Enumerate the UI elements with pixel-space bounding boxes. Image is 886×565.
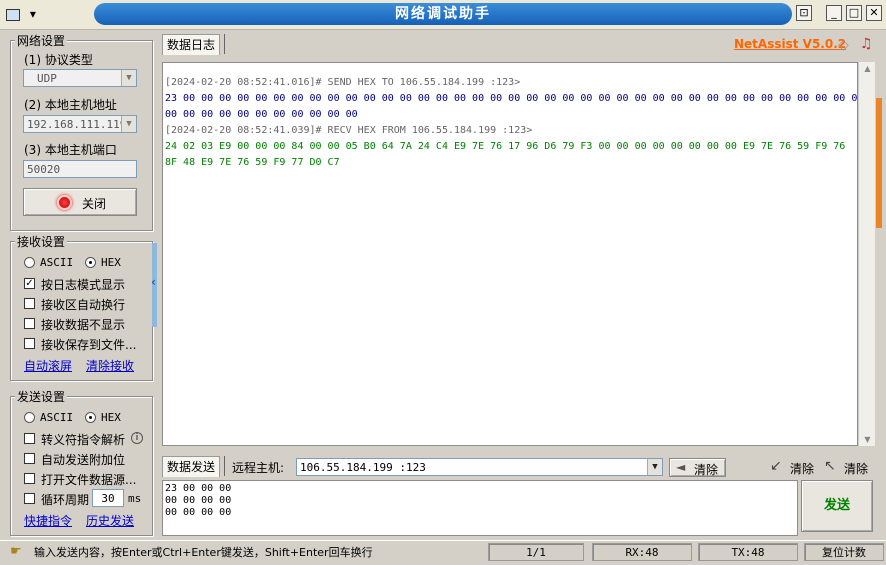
send-hex-radio[interactable] bbox=[85, 412, 96, 423]
send-hex-label: HEX bbox=[101, 411, 121, 424]
cycle-unit: ms bbox=[128, 492, 142, 505]
log-mode-checkbox[interactable]: ✓ bbox=[24, 278, 35, 289]
auto-wrap-label: 接收区自动换行 bbox=[41, 298, 126, 312]
arrow-up-left-icon: ↖ bbox=[824, 458, 836, 474]
status-rx: RX:48 bbox=[592, 543, 692, 561]
shortcut-command-link[interactable]: 快捷指令 bbox=[24, 512, 72, 529]
save-to-file-label: 接收保存到文件... bbox=[41, 338, 137, 352]
file-source-label: 打开文件数据源... bbox=[41, 473, 137, 487]
tab-data-log[interactable]: 数据日志 bbox=[162, 34, 221, 55]
pin-button[interactable]: ⊡ bbox=[796, 5, 812, 21]
reset-count-button[interactable]: 复位计数 bbox=[804, 543, 884, 561]
send-button[interactable]: 发送 bbox=[801, 480, 873, 532]
port-input[interactable]: 50020 bbox=[23, 160, 137, 178]
info-icon[interactable]: i bbox=[131, 432, 143, 444]
send-settings-title: 发送设置 bbox=[15, 388, 68, 405]
minimize-button[interactable]: _ bbox=[826, 5, 842, 21]
protocol-select[interactable]: UDP ▼ bbox=[23, 69, 137, 87]
send-ascii-label: ASCII bbox=[40, 411, 74, 424]
log-line: [2024-02-20 08:52:41.039]# RECV HEX FROM… bbox=[165, 125, 533, 136]
escape-parse-label: 转义符指令解析 bbox=[41, 433, 126, 447]
host-address-select[interactable]: 192.168.111.119 ▼ bbox=[23, 115, 137, 133]
status-light-icon bbox=[57, 195, 72, 210]
clear-all-button[interactable]: ↖ 清除 bbox=[824, 458, 872, 477]
auto-scroll-link[interactable]: 自动滚屏 bbox=[24, 357, 72, 374]
hide-receive-label: 接收数据不显示 bbox=[41, 318, 126, 332]
arrow-down-left-icon: ↙ bbox=[770, 458, 782, 474]
network-icon bbox=[6, 8, 20, 21]
maximize-button[interactable]: □ bbox=[846, 5, 862, 21]
bell-icon[interactable]: ♫ bbox=[860, 36, 873, 52]
protocol-label: (1) 协议类型 bbox=[24, 53, 93, 67]
tab-data-send[interactable]: 数据发送 bbox=[162, 456, 221, 477]
remote-host-select[interactable]: 106.55.184.199 :123 ▼ bbox=[296, 458, 663, 476]
append-bits-checkbox[interactable] bbox=[24, 453, 35, 464]
log-line: 24 02 03 E9 00 00 00 84 00 00 05 B0 64 7… bbox=[165, 141, 846, 152]
port-label: (3) 本地主机端口 bbox=[24, 143, 117, 157]
title-bar: ▾ 网络调试助手 ⊡ _ □ ✕ bbox=[0, 0, 886, 30]
tab-divider bbox=[224, 456, 225, 476]
escape-parse-checkbox[interactable] bbox=[24, 433, 35, 444]
status-tx: TX:48 bbox=[698, 543, 798, 561]
clear-remote-button[interactable]: ◄ 清除 bbox=[669, 458, 726, 477]
auto-wrap-checkbox[interactable] bbox=[24, 298, 35, 309]
diamond-icon[interactable]: ◇ bbox=[838, 37, 849, 53]
close-connection-button[interactable]: 关闭 bbox=[23, 188, 137, 216]
clear-receive-link[interactable]: 清除接收 bbox=[86, 357, 134, 374]
receive-hex-radio[interactable] bbox=[85, 257, 96, 268]
network-settings-title: 网络设置 bbox=[15, 32, 68, 49]
right-accent-bar bbox=[876, 98, 882, 228]
arrow-left-icon: ◄ bbox=[676, 460, 686, 474]
close-button-label: 关闭 bbox=[82, 197, 107, 211]
file-source-checkbox[interactable] bbox=[24, 473, 35, 484]
hand-icon: ☛ bbox=[10, 544, 22, 559]
system-menu[interactable]: ▾ bbox=[6, 4, 46, 24]
history-send-link[interactable]: 历史发送 bbox=[86, 512, 134, 529]
status-hint: 输入发送内容，按Enter或Ctrl+Enter键发送，Shift+Enter回… bbox=[34, 546, 373, 559]
chevron-down-icon: ▼ bbox=[121, 70, 136, 86]
cycle-label: 循环周期 bbox=[41, 493, 90, 507]
chevron-down-icon: ▼ bbox=[121, 116, 136, 132]
brand-link[interactable]: NetAssist V5.0.2 bbox=[734, 37, 846, 51]
save-to-file-checkbox[interactable] bbox=[24, 338, 35, 349]
remote-host-label: 远程主机: bbox=[232, 461, 285, 475]
receive-ascii-radio[interactable] bbox=[24, 257, 35, 268]
scroll-down-icon[interactable]: ▼ bbox=[859, 435, 876, 444]
scroll-up-icon[interactable]: ▲ bbox=[859, 64, 876, 73]
status-bar: ☛ 输入发送内容，按Enter或Ctrl+Enter键发送，Shift+Ente… bbox=[0, 540, 886, 565]
status-page: 1/1 bbox=[488, 543, 584, 561]
receive-settings-title: 接收设置 bbox=[15, 233, 68, 250]
receive-hex-label: HEX bbox=[101, 256, 121, 269]
cycle-period-input[interactable]: 30 bbox=[92, 489, 124, 507]
cycle-checkbox[interactable] bbox=[24, 493, 35, 504]
clear-send-button[interactable]: ↙ 清除 bbox=[770, 458, 818, 477]
log-line: 00 00 00 00 00 00 00 00 00 00 00 bbox=[165, 109, 358, 120]
send-input[interactable]: 23 00 00 00 00 00 00 00 00 00 00 00 bbox=[162, 480, 798, 536]
hide-receive-checkbox[interactable] bbox=[24, 318, 35, 329]
log-line: [2024-02-20 08:52:41.016]# SEND HEX TO 1… bbox=[165, 77, 521, 88]
receive-ascii-label: ASCII bbox=[40, 256, 74, 269]
log-scrollbar[interactable]: ▲ ▼ bbox=[858, 62, 875, 446]
log-mode-label: 按日志模式显示 bbox=[41, 278, 126, 292]
send-ascii-radio[interactable] bbox=[24, 412, 35, 423]
log-line: 23 00 00 00 00 00 00 00 00 00 00 00 00 0… bbox=[165, 93, 858, 104]
window-title: 网络调试助手 bbox=[94, 3, 792, 25]
receive-log[interactable]: [2024-02-20 08:52:41.016]# SEND HEX TO 1… bbox=[162, 62, 858, 446]
host-label: (2) 本地主机地址 bbox=[24, 98, 117, 112]
chevron-down-icon: ▼ bbox=[647, 459, 662, 475]
send-content: 23 00 00 00 00 00 00 00 00 00 00 00 bbox=[165, 483, 232, 518]
log-line: 8F 48 E9 7E 76 59 F9 77 D0 C7 bbox=[165, 157, 340, 168]
close-window-button[interactable]: ✕ bbox=[866, 5, 882, 21]
system-menu-arrow-icon: ▾ bbox=[29, 7, 36, 21]
append-bits-label: 自动发送附加位 bbox=[41, 453, 126, 467]
tab-divider bbox=[224, 34, 225, 54]
collapse-arrow-icon[interactable]: ‹ bbox=[151, 275, 156, 289]
